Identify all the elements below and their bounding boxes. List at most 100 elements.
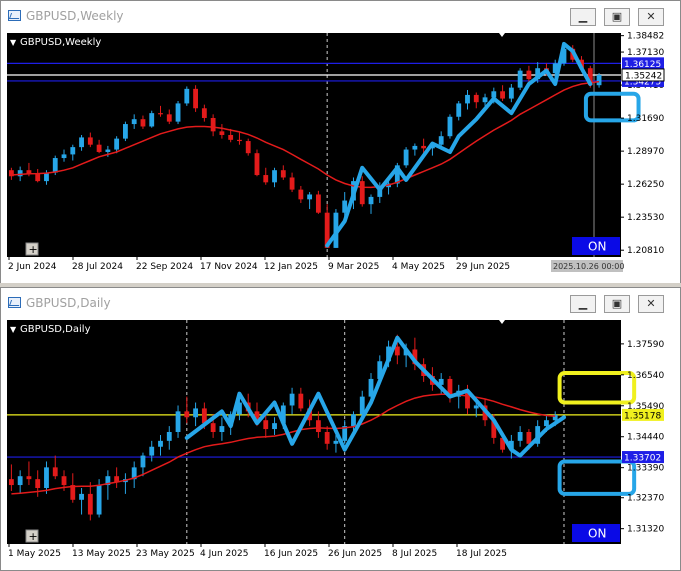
bull-candle [465, 94, 470, 104]
bear-candle [526, 432, 532, 444]
bull-candle [272, 423, 277, 430]
bear-candle [26, 476, 32, 480]
bear-candle [500, 91, 505, 99]
chart-menu-arrow-icon: ▼ [10, 325, 17, 334]
restore-button[interactable]: ▣ [604, 8, 630, 26]
bear-candle [87, 137, 93, 145]
title-bar[interactable]: GBPUSD,Weekly ▁ ▣ ✕ [1, 1, 680, 31]
bull-candle [491, 91, 497, 98]
bear-candle [298, 189, 304, 200]
x-axis-label: 12 Jan 2025 [264, 262, 318, 272]
x-axis-label: 16 Jun 2025 [264, 549, 318, 559]
bear-candle [201, 108, 207, 118]
bull-candle [351, 414, 356, 427]
plus-icon: + [29, 243, 38, 256]
y-axis-label: 1.23530 [627, 213, 664, 223]
y-axis-label: 1.34440 [627, 433, 664, 443]
bear-candle [219, 131, 225, 135]
daily-chart[interactable]: ▼ GBPUSD,Daily1.375901.365401.354901.3444… [1, 318, 680, 570]
crosshair-date-label: 2025.10.26 00:00 [553, 262, 624, 271]
bull-candle [219, 426, 225, 432]
restore-icon: ▣ [611, 10, 623, 23]
bull-candle [333, 440, 339, 444]
bear-candle [210, 117, 216, 132]
bull-candle [96, 485, 102, 515]
bull-candle [175, 103, 181, 122]
bear-candle [315, 420, 321, 432]
weekly-chart-window: GBPUSD,Weekly ▁ ▣ ✕ ▼ GBPUSD,Weekly 1.3848… [0, 0, 681, 283]
restore-icon: ▣ [611, 297, 623, 310]
bear-candle [324, 432, 330, 444]
bull-candle [149, 446, 155, 456]
x-axis-label: 4 May 2025 [392, 262, 445, 272]
bull-candle [70, 147, 76, 155]
bull-candle [412, 145, 418, 150]
y-axis-label: 1.31320 [627, 525, 664, 535]
bull-candle [123, 124, 128, 139]
close-button[interactable]: ✕ [638, 8, 664, 26]
bear-candle [35, 479, 41, 488]
close-icon: ✕ [646, 10, 656, 23]
on-toggle-label: ON [588, 240, 606, 254]
close-button[interactable]: ✕ [638, 295, 664, 313]
plus-icon: + [29, 530, 38, 543]
x-axis-label: 9 Mar 2025 [328, 262, 379, 272]
x-axis-label: 4 Jun 2025 [200, 549, 248, 559]
bull-candle [184, 88, 190, 104]
bull-candle [61, 154, 67, 159]
title-bar[interactable]: GBPUSD,Daily ▁ ▣ ✕ [1, 288, 680, 318]
weekly-chart[interactable]: ▼GBPUSD,Weekly1.384821.371301.344101.316… [1, 31, 680, 283]
bull-candle [166, 432, 172, 441]
y-axis-label: 1.36540 [627, 371, 664, 381]
x-axis-label: 23 May 2025 [136, 549, 195, 559]
bear-candle [52, 467, 58, 477]
bear-candle [140, 119, 146, 127]
bull-candle [44, 467, 49, 488]
bear-candle [210, 423, 216, 432]
minimize-button[interactable]: ▁ [570, 295, 596, 313]
chart-symbol-label: GBPUSD,Daily [20, 324, 91, 335]
minimize-icon: ▁ [578, 297, 588, 310]
bull-candle [368, 196, 374, 205]
x-axis-label: 29 Jun 2025 [456, 262, 510, 272]
minimize-button[interactable]: ▁ [570, 8, 596, 26]
bull-candle [447, 116, 453, 137]
bull-candle [289, 393, 295, 406]
y-axis-label: 1.37590 [627, 340, 664, 350]
price-level-tag-text: 1.36125 [624, 60, 661, 70]
bull-candle [482, 97, 488, 103]
bull-candle [79, 493, 84, 500]
y-axis-label: 1.37130 [627, 48, 664, 58]
current-price-label: 1.35242 [625, 71, 662, 81]
bear-candle [245, 141, 251, 154]
x-axis-label: 8 Jul 2025 [392, 549, 437, 559]
bear-candle [61, 476, 67, 486]
bull-candle [596, 75, 602, 86]
x-axis-label: 28 Jul 2024 [72, 262, 123, 272]
x-axis-label: 2 Jun 2024 [8, 262, 57, 272]
bull-candle [17, 476, 23, 486]
bear-candle [254, 153, 260, 176]
y-axis-label: 1.20810 [627, 246, 664, 256]
bull-candle [272, 170, 277, 183]
bull-candle [307, 194, 313, 200]
bear-candle [35, 173, 41, 182]
bull-candle [193, 408, 198, 418]
restore-button[interactable]: ▣ [604, 295, 630, 313]
bull-candle [473, 405, 479, 409]
bull-candle [517, 432, 523, 441]
minimize-icon: ▁ [578, 10, 588, 23]
chart-window-icon [8, 297, 21, 308]
bear-candle [421, 145, 427, 149]
bull-candle [456, 103, 462, 117]
bear-candle [166, 114, 172, 122]
window-title: GBPUSD,Weekly [26, 9, 124, 23]
daily-chart-window: GBPUSD,Daily ▁ ▣ ✕ ▼ GBPUSD,Daily 1.37590 1… [0, 287, 681, 571]
bear-candle [96, 144, 102, 152]
x-axis-label: 13 May 2025 [72, 549, 131, 559]
bull-candle [114, 138, 120, 150]
y-axis-label: 1.33390 [627, 464, 664, 474]
bear-candle [394, 346, 400, 356]
bear-candle [359, 181, 365, 205]
y-axis-label: 1.38482 [627, 32, 664, 42]
